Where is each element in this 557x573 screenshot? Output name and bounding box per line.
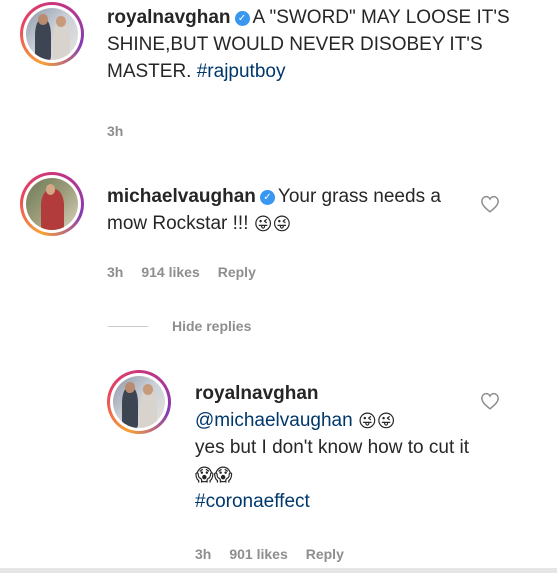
comment-body: michaelvaughan ✓ Your grass needs a mow Ro…	[107, 183, 457, 237]
comment-avatar[interactable]	[20, 172, 84, 236]
reply-text-emoji: 😱😱	[195, 465, 233, 485]
comment-likes[interactable]: 914 likes	[141, 264, 199, 280]
verified-badge-icon: ✓	[259, 190, 275, 205]
reply-avatar[interactable]	[107, 370, 171, 434]
reply-hashtag[interactable]: #coronaeffect	[195, 488, 470, 515]
heart-outline-icon[interactable]	[480, 195, 500, 213]
reply-mention-emoji: 😜😜	[357, 411, 396, 431]
reply-likes[interactable]: 901 likes	[229, 546, 287, 562]
comment-meta: 3h 914 likes Reply	[107, 264, 274, 280]
post-caption: royalnavghan ✓ A "SWORD" MAY LOOSE IT'S SH…	[107, 4, 527, 85]
reply-reply-button[interactable]: Reply	[306, 546, 344, 562]
comment-reply-button[interactable]: Reply	[218, 264, 256, 280]
reply-body: royalnavghan @michaelvaughan 😜😜 yes but …	[195, 380, 470, 515]
comment-avatar-photo	[26, 178, 78, 230]
hide-replies-divider	[108, 326, 148, 327]
comment-time[interactable]: 3h	[107, 264, 123, 280]
post-avatar[interactable]	[20, 2, 84, 66]
reply-username[interactable]: royalnavghan	[195, 380, 470, 407]
post-meta: 3h	[107, 123, 141, 139]
reply-time[interactable]: 3h	[195, 546, 211, 562]
bottom-divider	[0, 568, 557, 573]
comment-emoji: 😜😜	[253, 214, 292, 234]
post-username[interactable]: royalnavghan	[107, 7, 231, 28]
comment-username[interactable]: michaelvaughan	[107, 186, 256, 207]
hide-replies-button[interactable]: Hide replies	[172, 318, 251, 334]
post-avatar-photo	[26, 8, 78, 60]
post-hashtag[interactable]: #rajputboy	[197, 61, 286, 82]
reply-avatar-photo	[113, 376, 165, 428]
reply-mention[interactable]: @michaelvaughan	[195, 410, 353, 431]
heart-outline-icon[interactable]	[480, 392, 500, 410]
post-time[interactable]: 3h	[107, 123, 123, 139]
verified-badge-icon: ✓	[234, 11, 250, 26]
reply-text: yes but I don't know how to cut it	[195, 437, 469, 458]
reply-meta: 3h 901 likes Reply	[195, 546, 362, 562]
